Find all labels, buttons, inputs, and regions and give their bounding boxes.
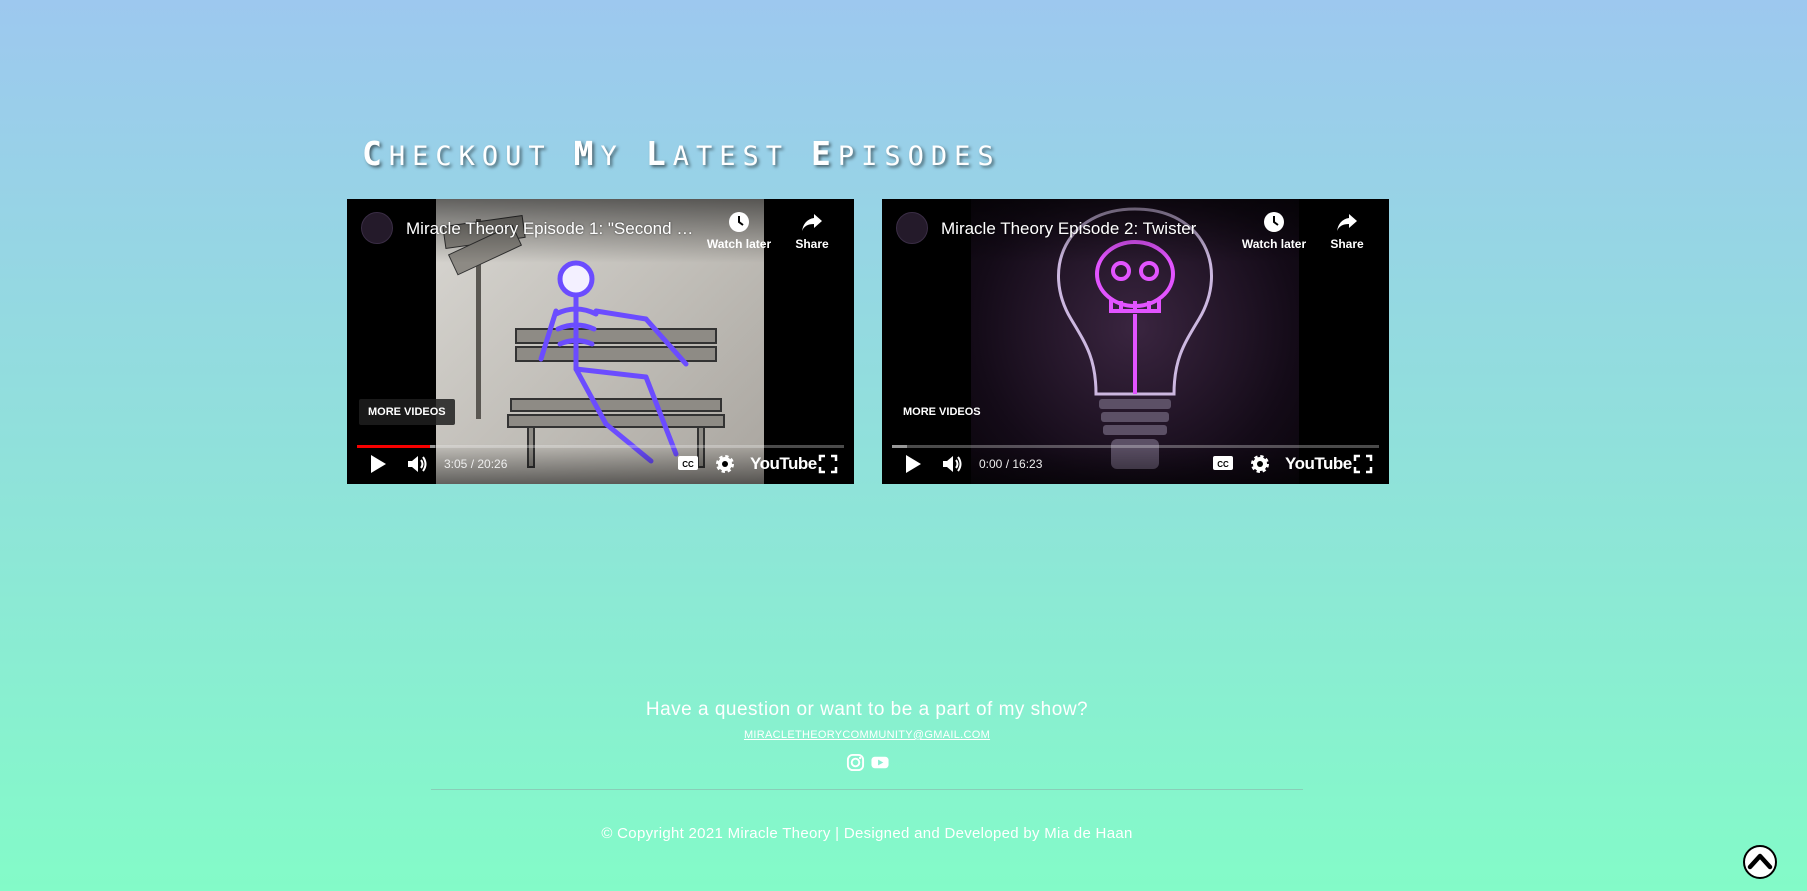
title-word: LATEST [645,134,789,173]
share-icon [802,214,822,231]
video-time: 3:05 / 20:26 [444,457,508,471]
video-player-episode-2[interactable]: Miracle Theory Episode 2: Twister Watch … [882,199,1389,484]
share-button[interactable]: Share [787,211,837,251]
video-top-bar: Miracle Theory Episode 1: "Second C... W… [347,199,854,263]
share-icon [1337,214,1357,231]
youtube-logo[interactable]: YouTube [1285,454,1352,474]
video-time: 0:00 / 16:23 [979,457,1043,471]
back-to-top-button[interactable] [1743,845,1777,879]
title-word: MY [573,134,624,173]
watch-later-button[interactable]: Watch later [703,211,775,251]
share-label: Share [795,237,829,251]
title-word: CHECKOUT [362,134,552,173]
settings-gear-icon[interactable] [1250,454,1270,474]
chevron-up-icon [1747,853,1773,870]
play-icon[interactable] [369,454,387,474]
video-top-bar: Miracle Theory Episode 2: Twister Watch … [882,199,1389,263]
settings-gear-icon[interactable] [715,454,735,474]
captions-icon[interactable]: CC [677,454,699,472]
video-controls: 3:05 / 20:26 CC YouTube [347,444,854,484]
volume-icon[interactable] [942,454,964,474]
watch-later-label: Watch later [706,237,772,251]
youtube-logo[interactable]: YouTube [750,454,817,474]
footer-divider [431,789,1303,790]
svg-text:CC: CC [1217,460,1229,469]
section-title: CHECKOUT MY LATEST EPISODES [362,134,1001,173]
clock-icon [729,212,749,232]
svg-text:CC: CC [682,460,694,469]
social-links [846,753,890,772]
watch-later-label: Watch later [1241,237,1307,251]
more-videos-button[interactable]: MORE VIDEOS [359,399,455,425]
channel-avatar[interactable] [896,212,928,244]
youtube-icon[interactable] [870,753,890,772]
more-videos-button[interactable]: MORE VIDEOS [894,399,990,425]
fullscreen-icon[interactable] [818,454,838,474]
instagram-icon[interactable] [846,753,865,772]
video-player-episode-1[interactable]: Miracle Theory Episode 1: "Second C... W… [347,199,854,484]
share-button[interactable]: Share [1322,211,1372,251]
play-icon[interactable] [904,454,922,474]
title-word: EPISODES [810,134,1001,173]
contact-question: Have a question or want to be a part of … [645,699,1089,720]
volume-icon[interactable] [407,454,429,474]
captions-icon[interactable]: CC [1212,454,1234,472]
share-label: Share [1330,237,1364,251]
fullscreen-icon[interactable] [1353,454,1373,474]
channel-avatar[interactable] [361,212,393,244]
watch-later-button[interactable]: Watch later [1238,211,1310,251]
video-title[interactable]: Miracle Theory Episode 2: Twister [941,219,1196,239]
video-controls: 0:00 / 16:23 CC YouTube [882,444,1389,484]
contact-email-link[interactable]: MIRACLETHEORYCOMMUNITY@GMAIL.COM [0,729,1734,741]
copyright-text: © Copyright 2021 Miracle Theory | Design… [601,825,1133,842]
clock-icon [1264,212,1284,232]
video-title[interactable]: Miracle Theory Episode 1: "Second C... [406,219,696,239]
